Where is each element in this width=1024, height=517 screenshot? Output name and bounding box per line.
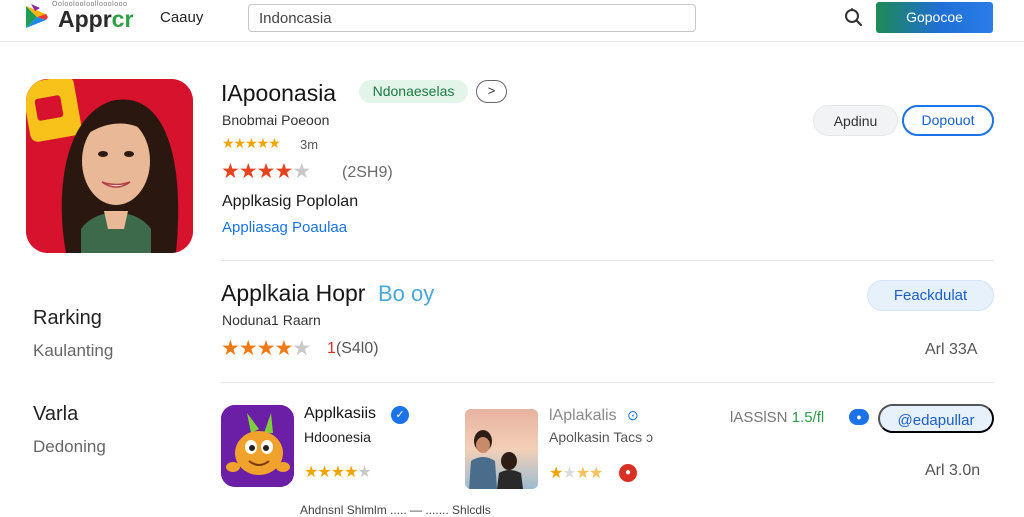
card-app-thumbnail[interactable] <box>465 409 538 489</box>
featured-app-title[interactable]: IApoonasia <box>221 80 336 107</box>
star-icon: ★★ <box>575 465 604 482</box>
alert-badge-icon: ● <box>619 464 637 482</box>
star-empty-icon: ★ <box>292 160 311 183</box>
portrait-image <box>26 79 193 253</box>
card3-meta-text: lASSlSN <box>730 409 788 426</box>
verified-badge-icon: ✓ <box>391 406 409 424</box>
toggle-badge-icon: ● <box>849 409 869 425</box>
ranking-app-rating-count: 1(S4l0) <box>327 340 379 358</box>
rating-count-value: (S4l0) <box>335 340 379 357</box>
card3-meta-accent: 1.5/fl <box>791 409 825 426</box>
chevron-right-icon[interactable]: > <box>476 80 507 103</box>
popular-button[interactable]: @edapullar <box>878 404 994 433</box>
card-app-subtitle: Hdoonesia <box>304 429 371 445</box>
nav-link-category[interactable]: Caauy <box>160 9 203 26</box>
region-chip[interactable]: Ndonaeselas <box>359 80 468 103</box>
card2-app-subtitle: Apolkasin Tacs ɔ <box>549 429 653 445</box>
side-sub-ranking: Kaulanting <box>33 341 114 360</box>
card-app-stars: ★★★★★ <box>304 462 372 482</box>
featured-app-link[interactable]: Appliasag Poaulaa <box>222 219 347 236</box>
ranking-app-rating-stars: ★★★★★ <box>221 336 311 361</box>
top-bar: Ooloolooloollooolooo Apprcr Caauy Gopoco… <box>0 0 1024 42</box>
ranking-app-title[interactable]: Applkaia Hopr <box>221 280 365 307</box>
divider <box>221 260 994 261</box>
side-heading-ranking[interactable]: Rarking <box>33 307 102 330</box>
featured-app-rating-stars: ★★★★★ <box>221 159 311 184</box>
star-empty-icon: ★ <box>562 465 576 482</box>
primary-action-button[interactable]: Dopouot <box>902 105 994 136</box>
card3-right-meta: Arl 3.0n <box>925 462 981 479</box>
ranking-action-button[interactable]: Feackdulat <box>867 280 994 311</box>
star-icon: ★★★★ <box>221 337 293 360</box>
star-empty-icon: ★ <box>357 464 371 481</box>
featured-app-small-note: 3m <box>300 137 319 152</box>
info-icon: ⊙ <box>627 407 639 423</box>
featured-app-rating-count: (2SH9) <box>342 164 393 181</box>
card-app-icon[interactable] <box>221 405 294 487</box>
ranking-meta: Arl 33A <box>925 341 978 358</box>
search-icon[interactable] <box>843 7 863 27</box>
search-input[interactable] <box>248 4 696 32</box>
store-logo-text[interactable]: Apprcr <box>58 6 133 33</box>
featured-app-description: Applkasig Poplolan <box>222 193 359 210</box>
divider <box>221 382 994 383</box>
mascot-icon <box>221 405 294 487</box>
store-logo-icon[interactable] <box>22 2 52 32</box>
card2-app-stars: ★★★★ <box>549 463 604 483</box>
ranking-app-title-accent: Bo oy <box>378 281 435 306</box>
logo-text-main: Appr <box>58 6 112 32</box>
side-heading-varia[interactable]: Varla <box>33 403 78 426</box>
card-app-title[interactable]: Applkasiis <box>304 405 376 423</box>
featured-app-developer[interactable]: Bnobmai Poeoon <box>222 112 329 128</box>
card2-app-title[interactable]: lAplakalis <box>549 407 617 425</box>
people-photo <box>465 409 538 489</box>
featured-app-icon[interactable] <box>26 79 193 253</box>
featured-app-small-stars: ★★★★★ <box>222 135 281 151</box>
logo-text-accent: cr <box>111 6 134 32</box>
star-empty-icon: ★ <box>292 337 311 360</box>
side-sub-varia: Dedoning <box>33 437 106 456</box>
star-icon: ★★★★ <box>221 160 293 183</box>
partial-row: Ahdnsnl Shlmlm ..... — ....... Shlcdls <box>300 503 491 517</box>
header-action-button[interactable]: Gopocoe <box>876 2 993 33</box>
card2-subtitle-tail: ɔ <box>646 429 654 445</box>
card2-subtitle-text: Apolkasin Tacs <box>549 429 643 445</box>
ranking-app-developer[interactable]: Noduna1 Raarn <box>222 312 321 328</box>
rating-count-prefix: 1 <box>327 340 336 357</box>
star-icon: ★★★★ <box>304 464 358 481</box>
star-icon: ★ <box>549 465 563 482</box>
secondary-action-button[interactable]: Apdinu <box>813 105 898 136</box>
card3-meta: lASSlSN 1.5/fl <box>730 409 824 426</box>
